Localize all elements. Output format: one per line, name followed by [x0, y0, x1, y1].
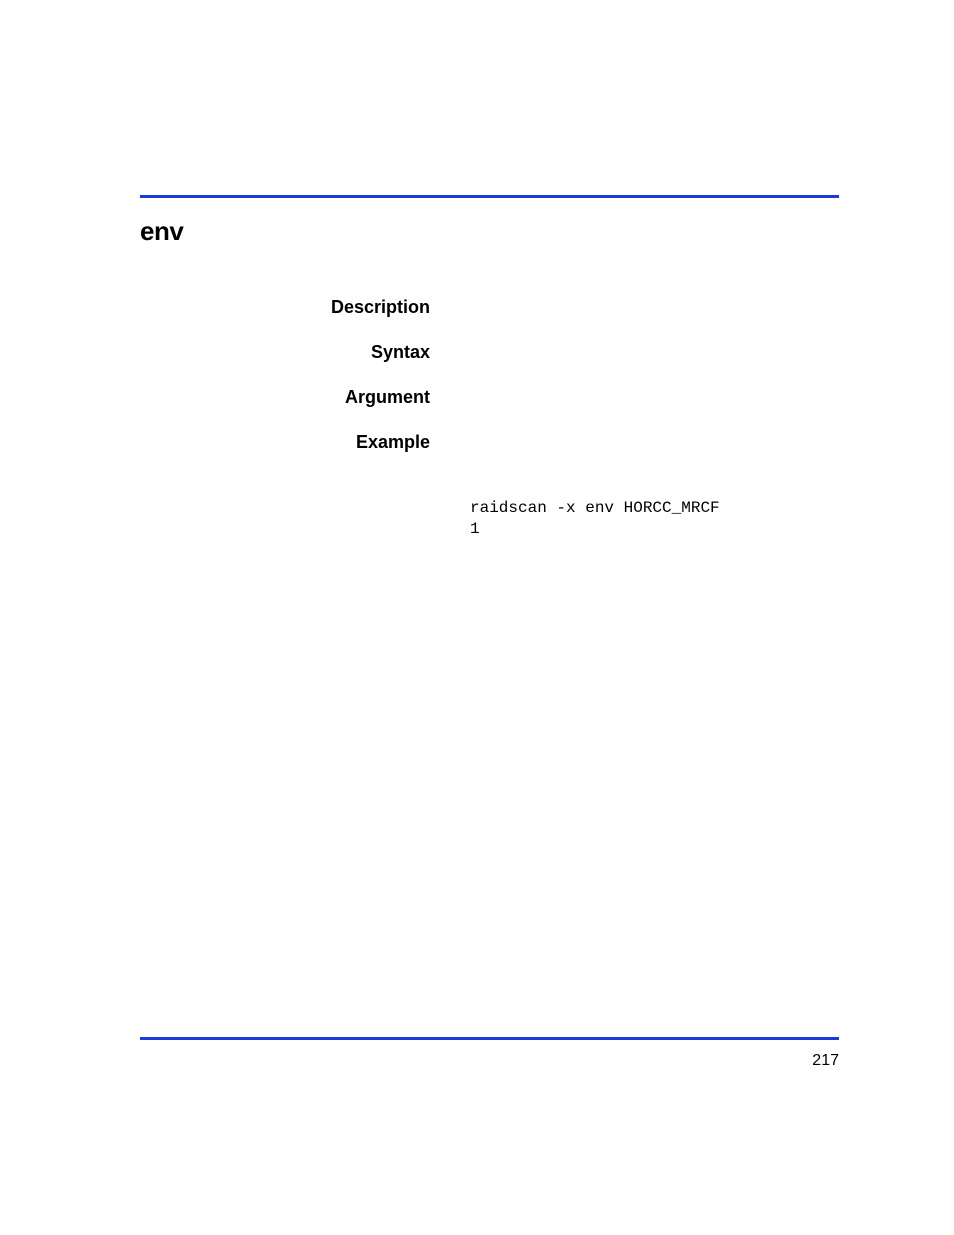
bottom-horizontal-rule: [140, 1037, 839, 1040]
page-title: env: [140, 216, 839, 247]
content-syntax: [450, 342, 839, 363]
label-example: Example: [140, 432, 450, 453]
definition-row-description: Description: [140, 297, 839, 318]
definition-row-argument: Argument: [140, 387, 839, 408]
content-description: [450, 297, 839, 318]
definition-row-example: Example: [140, 432, 839, 453]
content-example: [450, 432, 839, 453]
top-horizontal-rule: [140, 195, 839, 198]
label-syntax: Syntax: [140, 342, 450, 363]
label-description: Description: [140, 297, 450, 318]
label-argument: Argument: [140, 387, 450, 408]
page-footer: 217: [140, 1037, 839, 1070]
content-argument: [450, 387, 839, 408]
code-example: raidscan -x env HORCC_MRCF 1: [470, 498, 839, 540]
page-number: 217: [140, 1052, 839, 1070]
definition-list: Description Syntax Argument Example: [140, 297, 839, 453]
definition-row-syntax: Syntax: [140, 342, 839, 363]
